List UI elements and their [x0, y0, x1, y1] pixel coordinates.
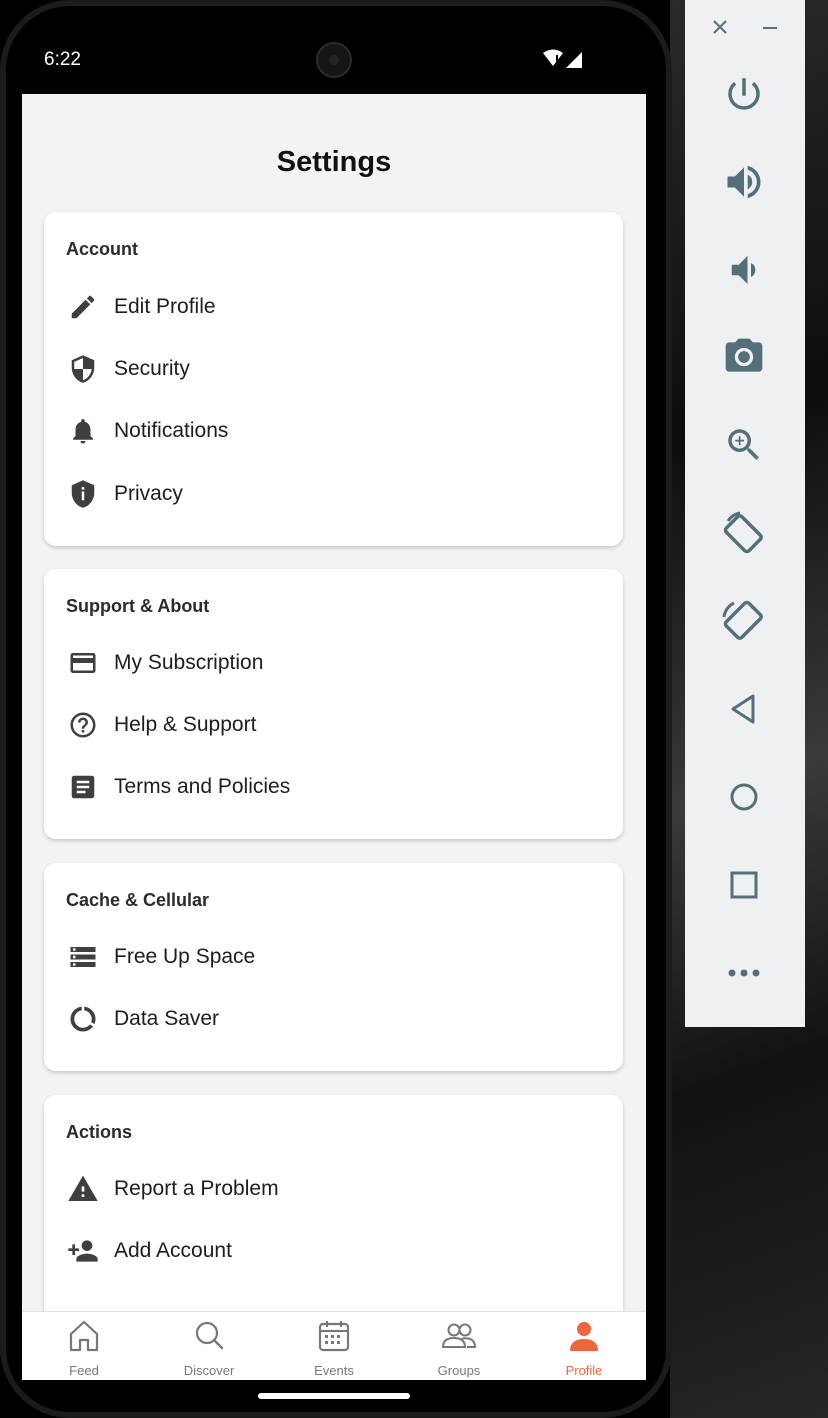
tab-profile-label: Profile — [565, 1363, 603, 1378]
status-bar: 6:22 — [22, 30, 646, 94]
cache-card: Cache & Cellular Free Up Space Data Save… — [44, 863, 623, 1071]
privacy-label: Privacy — [114, 482, 183, 505]
minimize-icon[interactable] — [757, 14, 783, 40]
security-item[interactable]: Security — [66, 344, 596, 394]
person-icon — [565, 1318, 603, 1354]
pencil-icon — [66, 290, 100, 324]
volume-up-icon[interactable] — [715, 153, 773, 211]
tab-groups-label: Groups — [437, 1363, 481, 1378]
gesture-home-bar[interactable] — [258, 1393, 410, 1399]
camera-icon[interactable] — [715, 328, 773, 386]
terms-label: Terms and Policies — [114, 775, 291, 798]
tab-discover-label: Discover — [183, 1363, 235, 1378]
terms-item[interactable]: Terms and Policies — [66, 762, 596, 812]
document-icon — [66, 770, 100, 804]
report-problem-item[interactable]: Report a Problem — [66, 1164, 596, 1214]
security-label: Security — [114, 357, 190, 380]
section-title-cache: Cache & Cellular — [66, 890, 210, 910]
data-saver-icon — [66, 1002, 100, 1036]
back-icon[interactable] — [715, 680, 773, 738]
notifications-item[interactable]: Notifications — [66, 406, 596, 456]
free-up-space-item[interactable]: Free Up Space — [66, 932, 596, 982]
add-account-item[interactable]: Add Account — [66, 1226, 596, 1276]
home-circle-icon[interactable] — [715, 768, 773, 826]
tab-events[interactable]: Events — [272, 1312, 396, 1380]
tab-groups[interactable]: Groups — [397, 1312, 521, 1380]
more-icon[interactable] — [715, 944, 773, 1002]
add-person-icon — [66, 1234, 100, 1268]
rotate-left-icon[interactable] — [715, 504, 773, 562]
people-icon — [440, 1318, 478, 1354]
storage-icon — [66, 940, 100, 974]
free-up-space-label: Free Up Space — [114, 945, 256, 968]
home-icon — [65, 1318, 103, 1354]
data-saver-item[interactable]: Data Saver — [66, 994, 596, 1044]
status-time: 6:22 — [44, 49, 81, 70]
section-title-account: Account — [66, 239, 138, 259]
search-icon — [190, 1318, 228, 1354]
wifi-signal-icon — [543, 49, 582, 68]
tab-feed-label: Feed — [69, 1363, 99, 1378]
close-icon[interactable] — [707, 14, 733, 40]
page-title: Settings — [276, 146, 392, 178]
emulator-control-panel — [685, 0, 805, 1027]
bottom-tab-bar: Feed Discover Events Groups Profile — [22, 1311, 646, 1380]
overview-icon[interactable] — [715, 856, 773, 914]
subscription-item[interactable]: My Subscription — [66, 638, 596, 688]
tab-feed[interactable]: Feed — [22, 1312, 146, 1380]
tab-profile[interactable]: Profile — [522, 1312, 646, 1380]
warning-icon — [66, 1172, 100, 1206]
app-screen: Settings Account Edit Profile Security N… — [22, 94, 646, 1380]
notifications-label: Notifications — [114, 419, 229, 442]
power-icon[interactable] — [715, 65, 773, 123]
status-icons — [542, 48, 586, 70]
zoom-icon[interactable] — [715, 416, 773, 474]
shield-info-icon — [66, 477, 100, 511]
shield-icon — [66, 352, 100, 386]
section-title-actions: Actions — [66, 1122, 133, 1142]
rotate-right-icon[interactable] — [715, 592, 773, 650]
tab-discover[interactable]: Discover — [147, 1312, 271, 1380]
front-camera — [316, 42, 352, 78]
account-card: Account Edit Profile Security Notificati… — [44, 212, 623, 546]
help-circle-icon — [66, 708, 100, 742]
edit-profile-label: Edit Profile — [114, 295, 216, 318]
report-problem-label: Report a Problem — [114, 1177, 279, 1200]
data-saver-label: Data Saver — [114, 1007, 220, 1030]
support-card: Support & About My Subscription Help & S… — [44, 569, 623, 839]
privacy-item[interactable]: Privacy — [66, 469, 596, 519]
bell-icon — [66, 414, 100, 448]
section-title-support: Support & About — [66, 596, 210, 616]
subscription-label: My Subscription — [114, 651, 264, 674]
tab-events-label: Events — [314, 1363, 354, 1378]
credit-card-icon — [66, 646, 100, 680]
add-account-label: Add Account — [114, 1239, 232, 1262]
calendar-icon — [315, 1318, 353, 1354]
help-support-label: Help & Support — [114, 713, 257, 736]
edit-profile-item[interactable]: Edit Profile — [66, 282, 596, 332]
volume-down-icon[interactable] — [715, 241, 773, 299]
actions-card: Actions Report a Problem Add Account — [44, 1095, 623, 1335]
help-support-item[interactable]: Help & Support — [66, 700, 596, 750]
